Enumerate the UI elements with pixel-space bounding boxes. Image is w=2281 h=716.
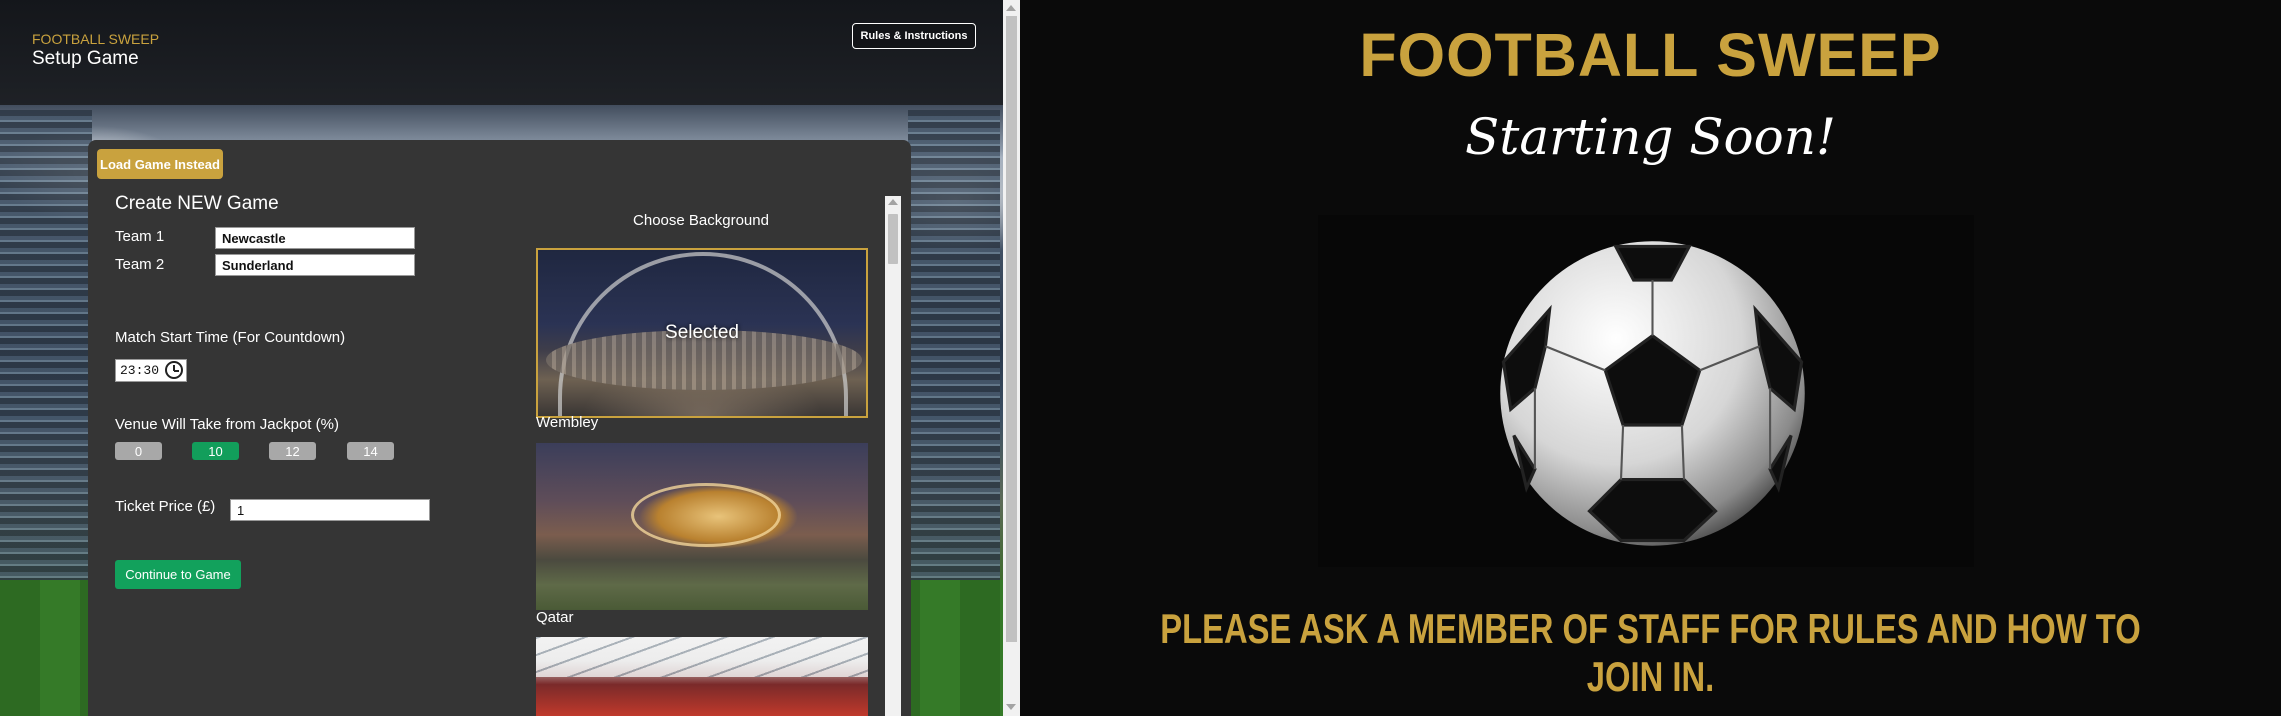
match-start-label: Match Start Time (For Countdown) bbox=[115, 329, 346, 346]
team2-label: Team 2 bbox=[115, 256, 165, 273]
page-scroll-down-icon[interactable] bbox=[1006, 704, 1016, 710]
continue-to-game-button[interactable]: Continue to Game bbox=[115, 560, 241, 589]
choose-background-heading: Choose Background bbox=[633, 212, 769, 229]
display-title: FOOTBALL SWEEP bbox=[1359, 21, 1942, 89]
starting-soon-text: Starting Soon! bbox=[1465, 108, 1836, 166]
qatar-stadium-graphic bbox=[631, 483, 781, 547]
stadium-roof-graphic bbox=[536, 637, 868, 677]
team2-input[interactable]: Sunderland bbox=[215, 254, 415, 276]
background-list-scrollbar[interactable] bbox=[885, 196, 901, 716]
footer-instructions: PLEASE ASK A MEMBER OF STAFF FOR RULES A… bbox=[1160, 605, 2141, 700]
app-subtitle: FOOTBALL SWEEP bbox=[32, 31, 160, 47]
rules-instructions-button[interactable]: Rules & Instructions bbox=[852, 23, 976, 49]
selected-badge: Selected bbox=[665, 322, 739, 343]
header-bar bbox=[0, 0, 1003, 105]
team1-input[interactable]: Newcastle bbox=[215, 227, 415, 249]
page-scroll-up-icon[interactable] bbox=[1006, 5, 1016, 11]
venue-take-option-14[interactable]: 14 bbox=[347, 442, 394, 460]
scroll-up-arrow-icon[interactable] bbox=[888, 199, 898, 205]
stadium-stand-right bbox=[908, 110, 1000, 600]
page-title: Setup Game bbox=[32, 48, 139, 69]
ticket-price-label: Ticket Price (£) bbox=[115, 498, 216, 515]
background-option-third[interactable] bbox=[536, 637, 868, 716]
background-caption-qatar: Qatar bbox=[536, 609, 574, 626]
background-caption-wembley: Wembley bbox=[536, 414, 599, 431]
football-icon bbox=[1500, 241, 1805, 546]
team1-label: Team 1 bbox=[115, 228, 165, 245]
stadium-stand-left bbox=[0, 110, 92, 600]
venue-take-option-10[interactable]: 10 bbox=[192, 442, 239, 460]
page-scroll-thumb[interactable] bbox=[1006, 16, 1017, 642]
background-list-scroll-thumb[interactable] bbox=[888, 214, 898, 264]
create-game-title: Create NEW Game bbox=[115, 193, 279, 214]
ticket-price-input[interactable]: 1 bbox=[230, 499, 430, 521]
background-option-wembley[interactable]: Selected bbox=[536, 248, 868, 418]
load-game-button[interactable]: Load Game Instead bbox=[97, 149, 223, 179]
venue-take-label: Venue Will Take from Jackpot (%) bbox=[115, 416, 339, 433]
background-option-qatar[interactable] bbox=[536, 443, 868, 610]
clock-icon[interactable] bbox=[165, 361, 183, 379]
venue-take-option-12[interactable]: 12 bbox=[269, 442, 316, 460]
venue-take-option-0[interactable]: 0 bbox=[115, 442, 162, 460]
